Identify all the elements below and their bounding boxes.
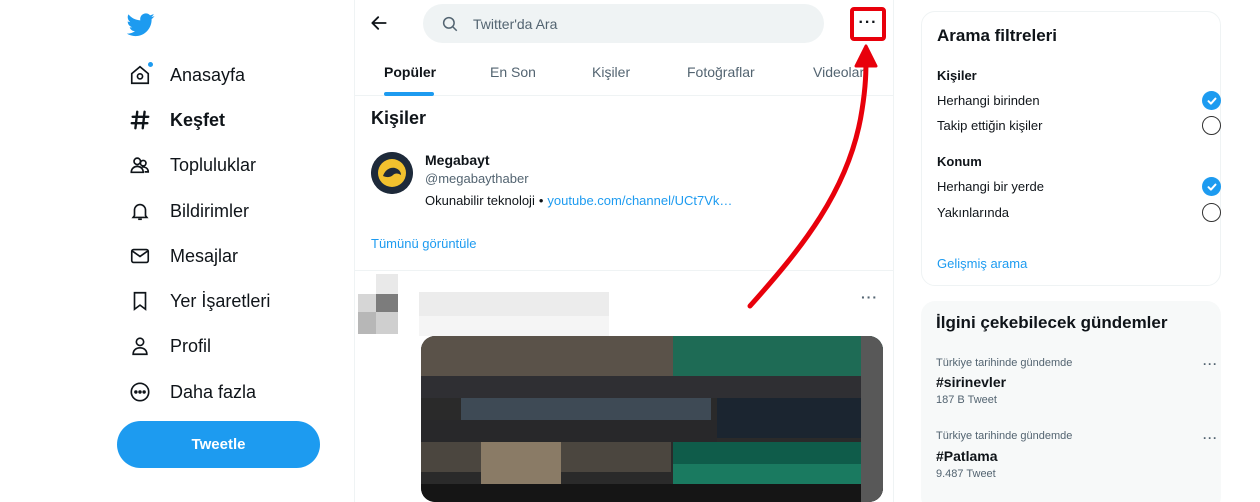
trend-count: 187 B Tweet [936,394,997,406]
user-name[interactable]: Megabayt [425,152,490,168]
notification-dot [147,61,154,68]
person-icon [128,334,152,358]
tab-top[interactable]: Popüler [384,48,436,96]
sidebar-item-messages[interactable]: Mesajlar [128,241,238,271]
trend-context: Türkiye tarihinde gündemde [936,357,1073,369]
sidebar-item-label: Keşfet [170,109,226,130]
left-sidebar: Anasayfa Keşfet Topluluklar Bildirimler … [0,0,354,502]
annotation-highlight-box [850,7,886,41]
tab-latest[interactable]: En Son [490,48,536,96]
radio-unchecked-icon[interactable] [1202,203,1221,222]
filter-option-label[interactable]: Yakınlarında [937,205,1009,220]
envelope-icon [128,244,152,268]
bio-separator: • [538,193,544,208]
radio-unchecked-icon[interactable] [1202,116,1221,135]
trend-name: #sirinevler [936,374,1007,390]
user-bio-text: Okunabilir teknoloji [425,193,535,208]
tab-photos[interactable]: Fotoğraflar [687,48,755,96]
user-bio: Okunabilir teknoloji • youtube.com/channel… [425,193,732,208]
sidebar-item-more[interactable]: Daha fazla [128,377,256,407]
main-column: Twitter'da Ara ··· Popüler En Son Kişile… [354,0,894,502]
sidebar-item-label: Anasayfa [170,64,246,85]
search-placeholder: Twitter'da Ara [473,15,558,32]
active-tab-indicator [384,92,434,96]
pixelated-username [419,316,609,336]
search-tabs: Popüler En Son Kişiler Fotoğraflar Video… [355,48,893,96]
radio-checked-icon[interactable] [1202,177,1221,196]
twitter-bird-icon[interactable] [126,13,155,37]
people-section-title: Kişiler [371,108,427,128]
back-arrow-icon[interactable] [369,13,389,33]
radio-checked-icon[interactable] [1202,91,1221,110]
sidebar-item-label: Daha fazla [170,381,257,402]
trends-card: İlgini çekebilecek gündemler Türkiye tar… [921,301,1221,502]
sidebar-item-profile[interactable]: Profil [128,331,211,361]
tweet-button[interactable]: Tweetle [117,421,320,468]
divider [355,270,893,271]
pixelated-avatar [358,294,376,312]
more-circle-icon [128,380,152,404]
trend-count: 9.487 Tweet [936,468,996,480]
hashtag-icon [128,108,152,132]
filter-option-label[interactable]: Takip ettiğin kişiler [937,118,1043,133]
filter-option-label[interactable]: Herhangi bir yerde [937,179,1044,194]
pixelated-avatar [376,312,398,334]
sidebar-item-home[interactable]: Anasayfa [128,60,245,90]
pixelated-avatar [376,294,398,312]
trends-title: İlgini çekebilecek gündemler [936,313,1168,332]
sidebar-item-notifications[interactable]: Bildirimler [128,196,249,226]
show-all-link[interactable]: Tümünü görüntüle [371,236,477,251]
search-input[interactable]: Twitter'da Ara [423,4,824,43]
sidebar-item-label: Mesajlar [170,245,239,266]
sidebar-item-bookmarks[interactable]: Yer İşaretleri [128,286,270,316]
right-column: Arama filtreleri Kişiler Herhangi birind… [894,0,1260,502]
search-filters-card: Arama filtreleri Kişiler Herhangi birind… [921,11,1221,286]
trend-context: Türkiye tarihinde gündemde [936,430,1073,442]
pixelated-media [421,336,883,502]
sidebar-item-label: Profil [170,335,212,356]
pixelated-username [419,292,609,316]
advanced-search-link[interactable]: Gelişmiş arama [937,256,1027,271]
sidebar-item-explore[interactable]: Keşfet [128,105,225,135]
user-bio-link[interactable]: youtube.com/channel/UCt7Vk… [547,193,732,208]
sidebar-item-communities[interactable]: Topluluklar [128,150,256,180]
sidebar-item-label: Yer İşaretleri [170,290,271,311]
trend-more-icon[interactable]: ··· [1203,431,1218,445]
pixelated-avatar [376,274,398,294]
filter-group-people-title: Kişiler [937,68,977,83]
tweet-more-icon[interactable]: ··· [861,289,878,305]
avatar[interactable] [371,152,413,194]
filters-title: Arama filtreleri [937,26,1057,45]
user-handle: @megabaythaber [425,171,529,186]
communities-icon [128,153,152,177]
home-icon [128,61,154,87]
pixelated-avatar [358,312,376,334]
sidebar-item-label: Bildirimler [170,200,250,221]
trend-name: #Patlama [936,448,998,464]
sidebar-item-label: Topluluklar [170,154,257,175]
trend-more-icon[interactable]: ··· [1203,357,1218,371]
filter-option-label[interactable]: Herhangi birinden [937,93,1040,108]
tab-videos[interactable]: Videolar [813,48,864,96]
tab-people[interactable]: Kişiler [592,48,630,96]
bookmark-icon [128,289,152,313]
search-icon [441,15,459,33]
filter-group-location-title: Konum [937,154,982,169]
bell-icon [128,199,152,223]
